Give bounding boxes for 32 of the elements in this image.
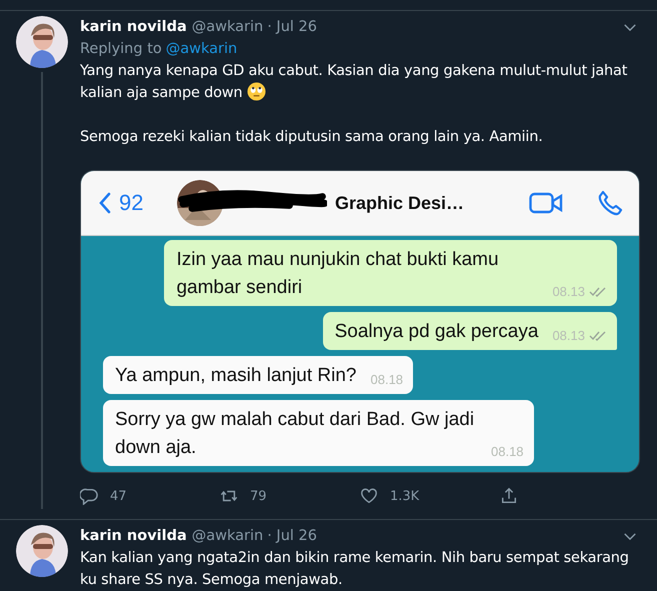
share-icon[interactable]: [500, 487, 518, 505]
tweet-date[interactable]: · Jul 26: [267, 19, 317, 35]
chat-title: Graphic Desi…: [335, 192, 464, 214]
chevron-left-icon: [99, 192, 111, 214]
action-count: 1.3K: [390, 488, 420, 504]
message-time: 08.13: [552, 328, 585, 344]
mention-link[interactable]: @awkarin: [166, 41, 238, 57]
chevron-down-icon[interactable]: [623, 532, 637, 540]
author-name[interactable]: karin novilda: [80, 528, 187, 544]
tweet-text: Kan kalian yang ngata2in dan bikin rame kemarin. Nih baru sempat sekarang ku share SS nya. Semoga menjawab.: [80, 550, 629, 588]
message-time: 08.18: [491, 444, 524, 460]
author-handle: @awkarin: [192, 528, 264, 544]
reply-icon[interactable]: [80, 487, 98, 505]
phone-icon[interactable]: [597, 190, 623, 216]
message-text: Izin yaa mau nunjukin chat bukti kamu gambar sendiri: [176, 248, 500, 300]
chevron-down-icon[interactable]: [623, 22, 637, 32]
author-handle: @awkarin: [192, 19, 264, 35]
replying-label: Replying to: [80, 41, 162, 57]
action-count: 47: [110, 488, 127, 504]
message-text: Ya ampun, masih lanjut Rin?: [115, 364, 356, 388]
message-time: 08.18: [370, 372, 404, 388]
message-text: Soalnya pd gak percaya: [334, 320, 538, 344]
heart-icon[interactable]: [360, 487, 378, 505]
message-time: 08.13: [552, 284, 585, 300]
tweet-text: Yang nanya kenapa GD aku cabut. Kasian dia yang gakena mulut-mulut jahat kalian aja sampe down: [80, 63, 628, 101]
tweet-text: Semoga rezeki kalian tidak diputusin sama orang lain ya. Aamiin.: [80, 129, 543, 145]
video-camera-icon[interactable]: [529, 192, 563, 214]
back-button[interactable]: 92: [99, 190, 177, 216]
action-count: 79: [250, 488, 267, 504]
message-text: Sorry ya gw malah cabut dari Bad. Gw jadi down aja.: [115, 408, 476, 460]
author-name[interactable]: karin novilda: [80, 19, 187, 35]
tweet-date[interactable]: · Jul 26: [267, 528, 317, 544]
